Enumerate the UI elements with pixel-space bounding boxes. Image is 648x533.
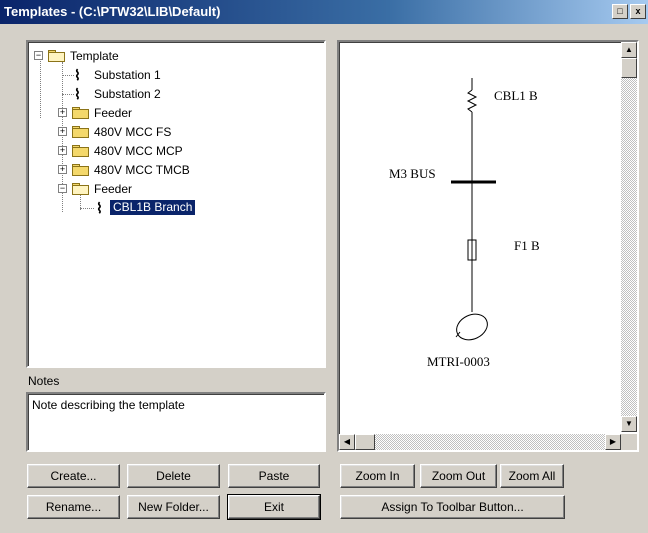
scroll-right-button[interactable]: ▶	[605, 434, 621, 450]
vertical-scroll-thumb[interactable]	[621, 58, 637, 78]
one-line-diagram: CBL1 B M3 BUS F1 B MTRI-0003	[389, 78, 540, 369]
folder-icon	[72, 145, 90, 157]
title-bar: Templates - (C:\PTW32\LIB\Default) □ x	[0, 0, 648, 24]
horizontal-scroll-thumb[interactable]	[355, 434, 375, 450]
template-leaf-icon: ⌇	[74, 67, 81, 83]
zoom-out-button[interactable]: Zoom Out	[420, 464, 497, 488]
folder-open-icon	[48, 50, 66, 62]
notes-textarea[interactable]: Note describing the template	[26, 392, 326, 452]
tree-item-label: Substation 2	[94, 87, 161, 101]
create-button[interactable]: Create...	[27, 464, 120, 488]
motor-icon	[456, 313, 488, 341]
tree-item-label-selected: CBL1B Branch	[108, 199, 197, 216]
rename-button[interactable]: Rename...	[27, 495, 120, 519]
expand-toggle[interactable]: +	[58, 127, 67, 136]
tree-item-label: 480V MCC FS	[94, 125, 172, 139]
tree-item-label: Feeder	[94, 182, 133, 196]
delete-button[interactable]: Delete	[127, 464, 220, 488]
expand-toggle[interactable]: +	[58, 108, 67, 117]
template-preview[interactable]: CBL1 B M3 BUS F1 B MTRI-0003 ▲ ▼ ◀ ▶	[337, 40, 639, 452]
template-leaf-icon: ⌇	[74, 86, 81, 102]
tree-item-label: 480V MCC MCP	[94, 144, 183, 158]
close-button[interactable]: x	[630, 4, 646, 19]
new-folder-button[interactable]: New Folder...	[127, 495, 220, 519]
cable-label: CBL1 B	[494, 88, 538, 103]
collapse-toggle[interactable]: −	[58, 184, 67, 193]
tree-item-label: Substation 1	[94, 68, 161, 82]
template-leaf-icon: ⌇	[96, 200, 103, 216]
expand-toggle[interactable]: +	[58, 165, 67, 174]
tree-item-label: Feeder	[94, 106, 133, 120]
tree-item-480v-mcc-tmcb[interactable]: + 480V MCC TMCB	[32, 162, 232, 178]
restore-button[interactable]: □	[612, 4, 628, 19]
tree-item-feeder[interactable]: + Feeder	[32, 105, 232, 121]
collapse-toggle[interactable]: −	[34, 51, 43, 60]
zoom-in-button[interactable]: Zoom In	[340, 464, 415, 488]
folder-icon	[72, 107, 90, 119]
tree-item-substation-2[interactable]: ⌇ Substation 2	[32, 86, 232, 102]
tree-item-480v-mcc-mcp[interactable]: + 480V MCC MCP	[32, 143, 232, 159]
bus-label: M3 BUS	[389, 166, 436, 181]
window-title: Templates - (C:\PTW32\LIB\Default)	[4, 4, 221, 19]
template-tree[interactable]: − Template ⌇ Substation 1 ⌇ Substation 2…	[26, 40, 326, 368]
motor-label: MTRI-0003	[427, 354, 490, 369]
scroll-down-button[interactable]: ▼	[621, 416, 637, 432]
scroll-left-button[interactable]: ◀	[339, 434, 355, 450]
horizontal-scrollbar[interactable]: ◀ ▶	[339, 434, 621, 450]
assign-toolbar-button[interactable]: Assign To Toolbar Button...	[340, 495, 565, 519]
tree-item-template[interactable]: − Template	[32, 48, 232, 64]
fuse-label: F1 B	[514, 238, 540, 253]
tree-item-480v-mcc-fs[interactable]: + 480V MCC FS	[32, 124, 232, 140]
scroll-up-button[interactable]: ▲	[621, 42, 637, 58]
vertical-scrollbar[interactable]: ▲ ▼	[621, 42, 637, 432]
expand-toggle[interactable]: +	[58, 146, 67, 155]
folder-icon	[72, 164, 90, 176]
scrollbar-corner	[621, 434, 637, 450]
cable-icon	[466, 89, 478, 113]
tree-item-feeder-expanded[interactable]: − Feeder	[32, 181, 232, 197]
tree-item-label: 480V MCC TMCB	[94, 163, 190, 177]
exit-button[interactable]: Exit	[227, 494, 321, 520]
paste-button[interactable]: Paste	[228, 464, 320, 488]
tree-item-substation-1[interactable]: ⌇ Substation 1	[32, 67, 232, 83]
tree-item-cbl1b-branch[interactable]: ⌇ CBL1B Branch	[32, 199, 232, 216]
notes-label: Notes	[28, 374, 60, 388]
folder-icon	[72, 126, 90, 138]
zoom-all-button[interactable]: Zoom All	[500, 464, 564, 488]
tree-item-label: Template	[70, 49, 119, 63]
folder-open-icon	[72, 183, 90, 195]
